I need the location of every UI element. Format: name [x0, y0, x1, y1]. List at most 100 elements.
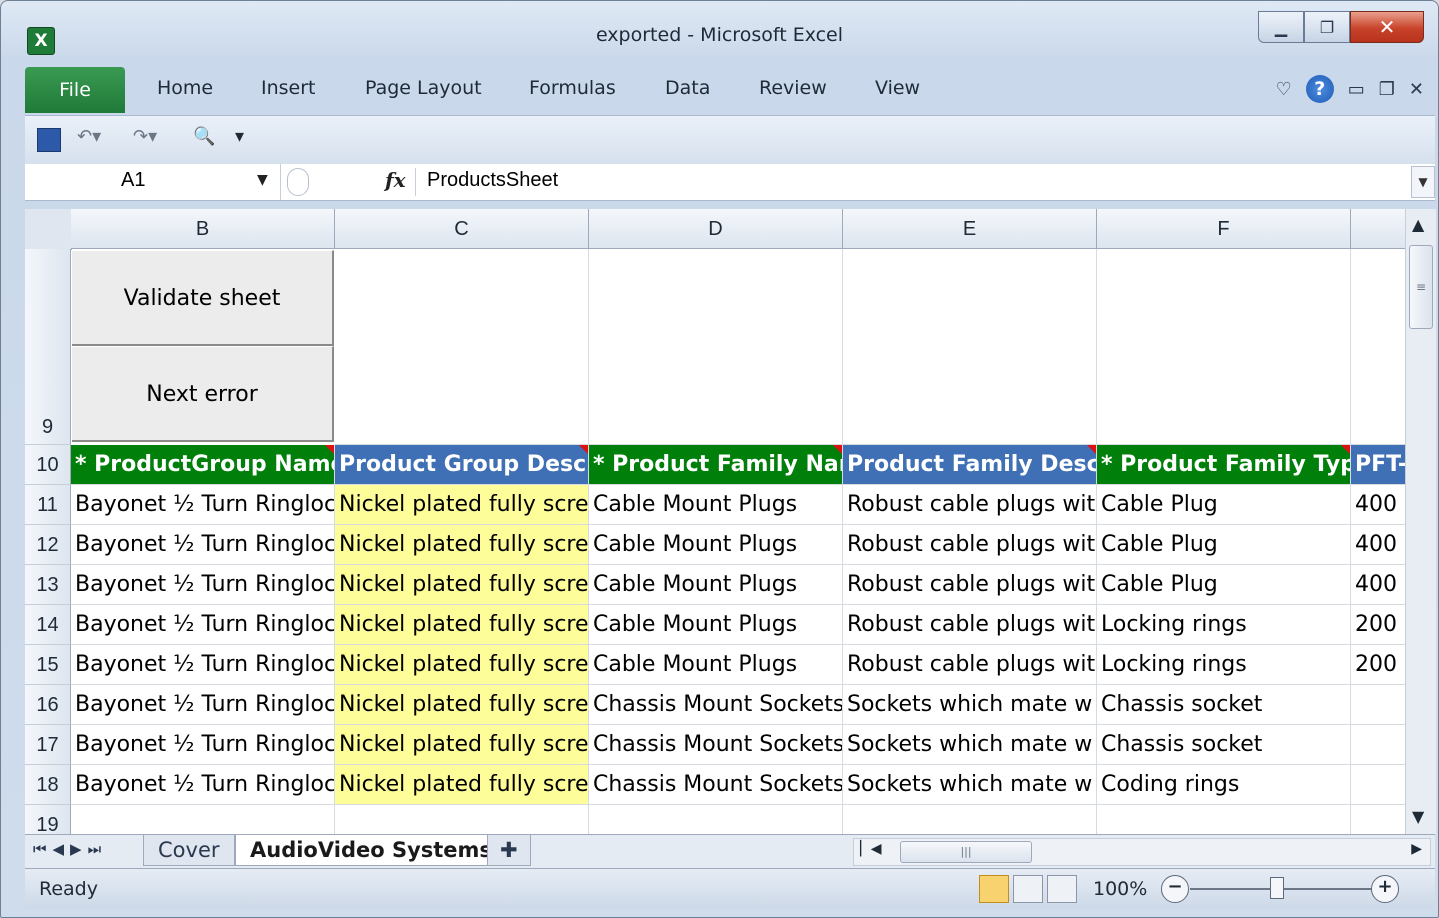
workbook-minimize-icon[interactable]: ▭ — [1348, 79, 1365, 100]
cell-d19[interactable] — [589, 805, 843, 834]
zoom-slider-track[interactable] — [1190, 888, 1380, 890]
insert-sheet-icon[interactable]: ✚ — [487, 835, 531, 866]
tab-file[interactable]: File — [25, 67, 125, 113]
table-cell-f[interactable]: Coding rings — [1097, 765, 1351, 805]
save-icon[interactable] — [37, 128, 61, 152]
table-cell-e[interactable]: Robust cable plugs wit — [843, 525, 1097, 565]
table-cell-g[interactable]: 400 — [1351, 525, 1405, 565]
row-header-19[interactable]: 19 — [25, 805, 71, 834]
formula-input[interactable]: ProductsSheet — [427, 169, 558, 192]
row-header-9[interactable]: 9 — [25, 249, 71, 445]
scroll-down-icon[interactable]: ▼ — [1412, 807, 1424, 826]
table-cell-g[interactable]: 400 — [1351, 565, 1405, 605]
name-box[interactable]: A1 ▼ — [25, 164, 281, 200]
cell-e9[interactable] — [843, 249, 1097, 445]
formula-expand-icon[interactable]: ▼ — [1411, 166, 1435, 198]
row-header[interactable]: 14 — [25, 605, 71, 645]
table-cell-b[interactable]: Bayonet ½ Turn Ringloc — [71, 605, 335, 645]
tab-review[interactable]: Review — [759, 77, 827, 99]
vertical-scroll-thumb[interactable]: ≡ — [1409, 245, 1433, 329]
table-cell-c[interactable]: Nickel plated fully scre — [335, 485, 589, 525]
table-cell-d[interactable]: Cable Mount Plugs — [589, 605, 843, 645]
table-cell-f[interactable]: Cable Plug — [1097, 485, 1351, 525]
comment-indicator[interactable] — [1087, 445, 1096, 454]
table-cell-b[interactable]: Bayonet ½ Turn Ringloc — [71, 685, 335, 725]
table-cell-b[interactable]: Bayonet ½ Turn Ringloc — [71, 645, 335, 685]
insert-function-icon[interactable]: fx — [385, 168, 406, 192]
table-cell-g[interactable]: 400 — [1351, 485, 1405, 525]
row-header[interactable]: 13 — [25, 565, 71, 605]
table-cell-d[interactable]: Chassis Mount Sockets — [589, 685, 843, 725]
customize-toolbar-icon[interactable]: ▾ — [235, 126, 244, 147]
tab-page-layout[interactable]: Page Layout — [365, 77, 482, 99]
zoom-level[interactable]: 100% — [1093, 878, 1147, 900]
table-cell-g[interactable]: 200 — [1351, 605, 1405, 645]
table-cell-c[interactable]: Nickel plated fully scre — [335, 685, 589, 725]
table-cell-b[interactable]: Bayonet ½ Turn Ringloc — [71, 725, 335, 765]
header-product-family-description[interactable]: Product Family Descrip — [843, 445, 1097, 485]
table-cell-d[interactable]: Chassis Mount Sockets — [589, 725, 843, 765]
row-header[interactable]: 18 — [25, 765, 71, 805]
vertical-scrollbar[interactable]: ▲ ≡ ▼ — [1405, 209, 1436, 834]
table-cell-e[interactable]: Robust cable plugs wit — [843, 565, 1097, 605]
comment-indicator[interactable] — [325, 445, 334, 454]
tab-insert[interactable]: Insert — [261, 77, 316, 99]
cell-c19[interactable] — [335, 805, 589, 834]
sheet-tab-audiovideo-systems[interactable]: AudioVideo Systems — [235, 835, 507, 866]
table-cell-d[interactable]: Cable Mount Plugs — [589, 565, 843, 605]
column-header-d[interactable]: D — [589, 209, 843, 249]
table-cell-c[interactable]: Nickel plated fully scre — [335, 645, 589, 685]
cell-f19[interactable] — [1097, 805, 1351, 834]
table-cell-b[interactable]: Bayonet ½ Turn Ringloc — [71, 525, 335, 565]
table-cell-d[interactable]: Cable Mount Plugs — [589, 525, 843, 565]
sheet-tab-cover[interactable]: Cover — [143, 835, 235, 866]
table-cell-f[interactable]: Locking rings — [1097, 605, 1351, 645]
formula-bar-expander[interactable] — [287, 168, 309, 196]
row-header[interactable]: 15 — [25, 645, 71, 685]
table-cell-e[interactable]: Sockets which mate w — [843, 765, 1097, 805]
tab-formulas[interactable]: Formulas — [529, 77, 616, 99]
table-cell-c[interactable]: Nickel plated fully scre — [335, 765, 589, 805]
ribbon-collapse-icon[interactable]: ♡ — [1276, 79, 1292, 100]
header-productgroup-name[interactable]: * ProductGroup Name — [71, 445, 335, 485]
row-header[interactable]: 11 — [25, 485, 71, 525]
table-cell-g[interactable] — [1351, 725, 1405, 765]
column-header-g[interactable] — [1351, 209, 1405, 249]
table-cell-d[interactable]: Cable Mount Plugs — [589, 485, 843, 525]
scroll-left-icon[interactable]: ▏◀ — [860, 841, 882, 857]
column-header-f[interactable]: F — [1097, 209, 1351, 249]
restore-button[interactable]: ❐ — [1304, 11, 1350, 43]
cell-b19[interactable] — [71, 805, 335, 834]
row-header[interactable]: 12 — [25, 525, 71, 565]
table-cell-c[interactable]: Nickel plated fully scre — [335, 725, 589, 765]
cell-f9[interactable] — [1097, 249, 1351, 445]
column-header-c[interactable]: C — [335, 209, 589, 249]
table-cell-b[interactable]: Bayonet ½ Turn Ringloc — [71, 565, 335, 605]
table-cell-g[interactable] — [1351, 685, 1405, 725]
workbook-close-icon[interactable]: ✕ — [1409, 79, 1424, 100]
table-cell-f[interactable]: Locking rings — [1097, 645, 1351, 685]
table-cell-b[interactable]: Bayonet ½ Turn Ringloc — [71, 765, 335, 805]
zoom-out-icon[interactable]: − — [1161, 875, 1189, 903]
table-cell-c[interactable]: Nickel plated fully scre — [335, 605, 589, 645]
close-button[interactable]: ✕ — [1350, 11, 1424, 43]
table-cell-e[interactable]: Sockets which mate w — [843, 725, 1097, 765]
horizontal-scrollbar[interactable]: ▏◀ ||| ▶ — [853, 838, 1431, 866]
redo-icon[interactable]: ↷▾ — [133, 126, 157, 147]
chevron-down-icon[interactable]: ▼ — [257, 172, 268, 188]
print-preview-icon[interactable]: 🔍 — [193, 126, 215, 147]
table-cell-e[interactable]: Robust cable plugs wit — [843, 645, 1097, 685]
page-layout-view-icon[interactable] — [1013, 875, 1043, 903]
table-cell-e[interactable]: Robust cable plugs wit — [843, 485, 1097, 525]
comment-indicator[interactable] — [579, 445, 588, 454]
header-product-group-description[interactable]: Product Group Descrip — [335, 445, 589, 485]
table-cell-g[interactable] — [1351, 765, 1405, 805]
scroll-right-icon[interactable]: ▶ — [1411, 841, 1422, 857]
next-error-button[interactable]: Next error — [72, 346, 334, 442]
horizontal-scroll-thumb[interactable]: ||| — [900, 841, 1032, 863]
table-cell-g[interactable]: 200 — [1351, 645, 1405, 685]
row-header[interactable]: 16 — [25, 685, 71, 725]
tab-data[interactable]: Data — [665, 77, 710, 99]
header-pft[interactable]: PFT- — [1351, 445, 1405, 485]
table-cell-c[interactable]: Nickel plated fully scre — [335, 565, 589, 605]
